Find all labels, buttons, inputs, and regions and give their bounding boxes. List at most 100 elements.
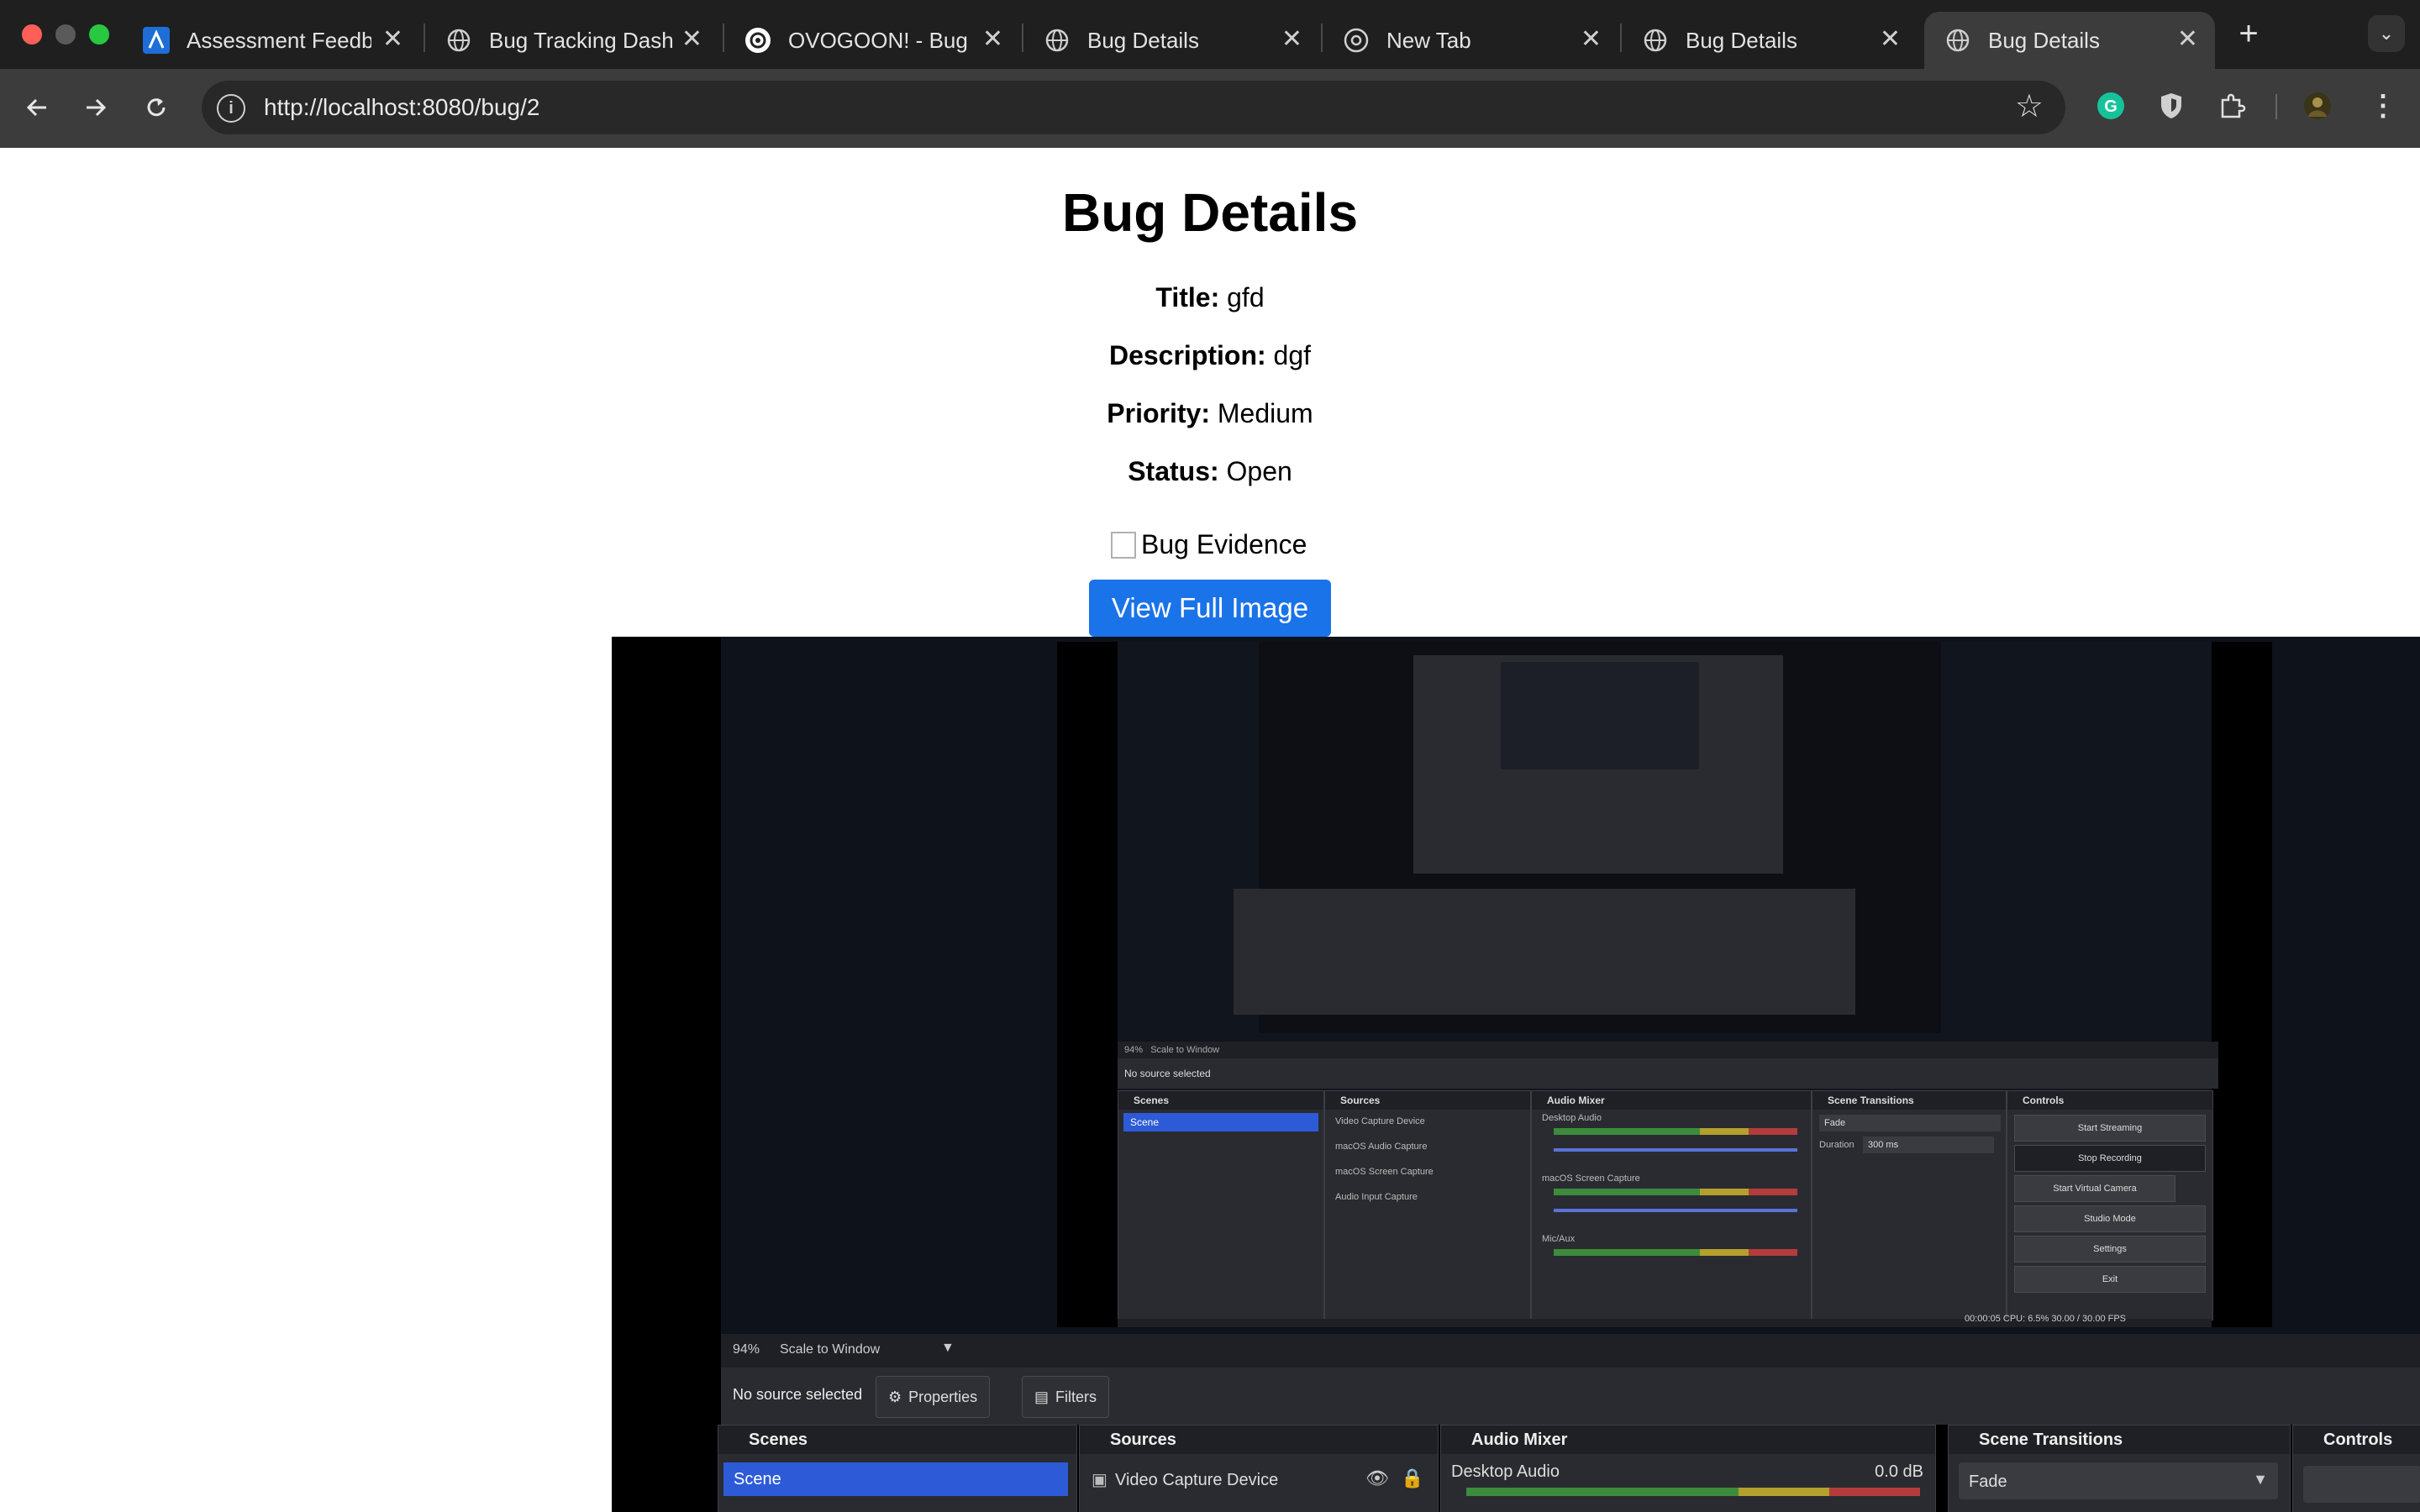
tab-bug-details-1[interactable]: Bug Details ✕ [1023, 12, 1319, 69]
bookmark-star-icon[interactable]: ☆ [2015, 87, 2044, 125]
tab-title: Bug Details [1686, 27, 1797, 53]
openai-icon [744, 27, 771, 54]
scene-item[interactable]: Scene [1123, 1113, 1318, 1131]
dock-title: Sources [1080, 1425, 1438, 1454]
tab-bug-details-active[interactable]: Bug Details ✕ [1924, 12, 2215, 69]
close-tab-icon[interactable]: ✕ [1281, 27, 1302, 52]
source-item[interactable]: Video Capture Device [1115, 1471, 1278, 1490]
controls-dock: Controls [2292, 1425, 2420, 1512]
audio-meter [1466, 1488, 1920, 1496]
start-streaming-button[interactable]: Start Streaming [2014, 1115, 2206, 1142]
tab-bug-details-2[interactable]: Bug Details ✕ [1622, 12, 1918, 69]
bug-title-field: Title: gfd [0, 282, 2420, 313]
volume-slider[interactable] [1554, 1148, 1797, 1152]
source-item[interactable]: macOS Screen Capture [1335, 1167, 1434, 1177]
url-text[interactable]: http://localhost:8080/bug/2 [264, 94, 539, 121]
nested-scenes-dock: Scenes Scene [1118, 1090, 1324, 1320]
image-alt-text: Bug Evidence [1141, 529, 1307, 559]
studio-mode-button[interactable]: Studio Mode [2014, 1205, 2206, 1232]
control-button[interactable] [2303, 1466, 2420, 1503]
tab-new-tab[interactable]: New Tab ✕ [1323, 12, 1618, 69]
tab-bug-tracking[interactable]: Bug Tracking Dash ✕ [425, 12, 719, 69]
extensions-puzzle-icon[interactable] [2213, 87, 2250, 124]
more-menu-icon[interactable]: ⋮ [2365, 87, 2402, 124]
dock-title: Controls [2293, 1425, 2420, 1454]
transition-select[interactable]: Fade ▼ [1959, 1462, 2278, 1499]
filters-button[interactable]: ▤ Filters [1022, 1376, 1110, 1418]
close-tab-icon[interactable]: ✕ [982, 27, 1003, 52]
close-tab-icon[interactable]: ✕ [1581, 27, 1602, 52]
stop-recording-button[interactable]: Stop Recording [2014, 1145, 2206, 1172]
chrome-icon [1343, 27, 1370, 54]
dock-title: Controls [2007, 1091, 2212, 1110]
dock-title: Audio Mixer [1441, 1425, 1935, 1454]
audio-meter [1554, 1189, 1797, 1195]
tab-search-button[interactable]: ⌄ [2368, 15, 2405, 52]
visibility-icon[interactable]: 👁 [1365, 1467, 1389, 1489]
tab-title: Assessment Feedb [187, 27, 371, 53]
field-value: dgf [1273, 340, 1312, 370]
address-bar[interactable]: i http://localhost:8080/bug/2 ☆ [202, 81, 2065, 134]
nested-transitions-dock: Scene Transitions Fade Duration 300 ms [1812, 1090, 2007, 1320]
exit-button[interactable]: Exit [2014, 1266, 2206, 1293]
svg-text:G: G [2104, 97, 2118, 116]
shield-icon[interactable] [2153, 87, 2190, 124]
tab-title: Bug Details [1988, 27, 2100, 53]
bug-priority-field: Priority: Medium [0, 398, 2420, 429]
bug-description-field: Description: dgf [0, 340, 2420, 371]
scale-dropdown[interactable]: Scale to Window [780, 1342, 880, 1357]
grammarly-icon[interactable]: G [2092, 87, 2129, 124]
filter-icon: ▤ [1034, 1388, 1050, 1405]
maximize-window-button[interactable] [89, 24, 109, 45]
lock-icon[interactable]: 🔒 [1401, 1467, 1423, 1489]
broken-image-icon [1111, 531, 1136, 559]
tab-ovogoon[interactable]: OVOGOON! - Bug ✕ [724, 12, 1020, 69]
scene-item[interactable]: Scene [723, 1462, 1068, 1496]
properties-label: Properties [908, 1388, 978, 1405]
toolbar-divider [2275, 94, 2277, 119]
field-value: Open [1226, 456, 1292, 486]
dock-title: Audio Mixer [1532, 1091, 1811, 1110]
view-full-image-button[interactable]: View Full Image [1089, 580, 1331, 637]
dock-title: Scenes [718, 1425, 1076, 1454]
avatar[interactable] [2299, 87, 2336, 124]
source-item[interactable]: Audio Input Capture [1335, 1192, 1418, 1202]
site-info-icon[interactable]: i [217, 94, 245, 123]
sources-dock: Sources ▣ Video Capture Device 👁 🔒 [1079, 1425, 1439, 1512]
close-window-button[interactable] [22, 24, 42, 45]
nested-obs-window: 94% Scale to Window No source selected S… [1057, 642, 2272, 1327]
reload-button[interactable] [138, 89, 175, 126]
new-tab-button[interactable]: + [2230, 15, 2267, 52]
minimize-window-button[interactable] [55, 24, 76, 45]
source-item[interactable]: macOS Audio Capture [1335, 1142, 1427, 1152]
back-button[interactable] [18, 89, 55, 126]
forward-button[interactable] [77, 89, 114, 126]
close-tab-icon[interactable]: ✕ [681, 27, 702, 52]
volume-slider[interactable] [1554, 1209, 1797, 1212]
chevron-down-icon[interactable]: ▼ [941, 1341, 955, 1356]
properties-button[interactable]: ⚙ Properties [876, 1376, 991, 1418]
nested-controls-dock: Controls Start Streaming Stop Recording … [2007, 1090, 2213, 1320]
close-tab-icon[interactable]: ✕ [2177, 27, 2198, 52]
close-tab-icon[interactable]: ✕ [1880, 27, 1901, 52]
full-image-screenshot: 94% Scale to Window No source selected S… [612, 637, 2420, 1512]
field-label: Status: [1128, 456, 1219, 486]
audio-channel-label: macOS Screen Capture [1542, 1173, 1640, 1184]
duration-label: Duration [1819, 1140, 1854, 1150]
zoom-label: 94% [1124, 1045, 1144, 1055]
nested-audio-dock: Audio Mixer Desktop Audio macOS Screen C… [1531, 1090, 1812, 1320]
field-label: Priority: [1107, 398, 1210, 428]
transition-select[interactable]: Fade [1819, 1115, 2001, 1131]
duration-input[interactable]: 300 ms [1863, 1137, 1994, 1153]
audio-meter [1554, 1128, 1797, 1135]
close-tab-icon[interactable]: ✕ [382, 27, 403, 52]
settings-button[interactable]: Settings [2014, 1236, 2206, 1263]
tab-title: New Tab [1386, 27, 1471, 53]
tab-assessment[interactable]: Assessment Feedb ✕ [123, 12, 420, 69]
start-virtual-camera-button[interactable]: Start Virtual Camera [2014, 1175, 2175, 1202]
nested-preview-top [1501, 662, 1699, 769]
globe-icon [1944, 27, 1971, 54]
audio-db-label: 0.0 dB [1875, 1462, 1923, 1481]
source-item[interactable]: Video Capture Device [1335, 1116, 1425, 1126]
reload-icon [147, 98, 166, 117]
